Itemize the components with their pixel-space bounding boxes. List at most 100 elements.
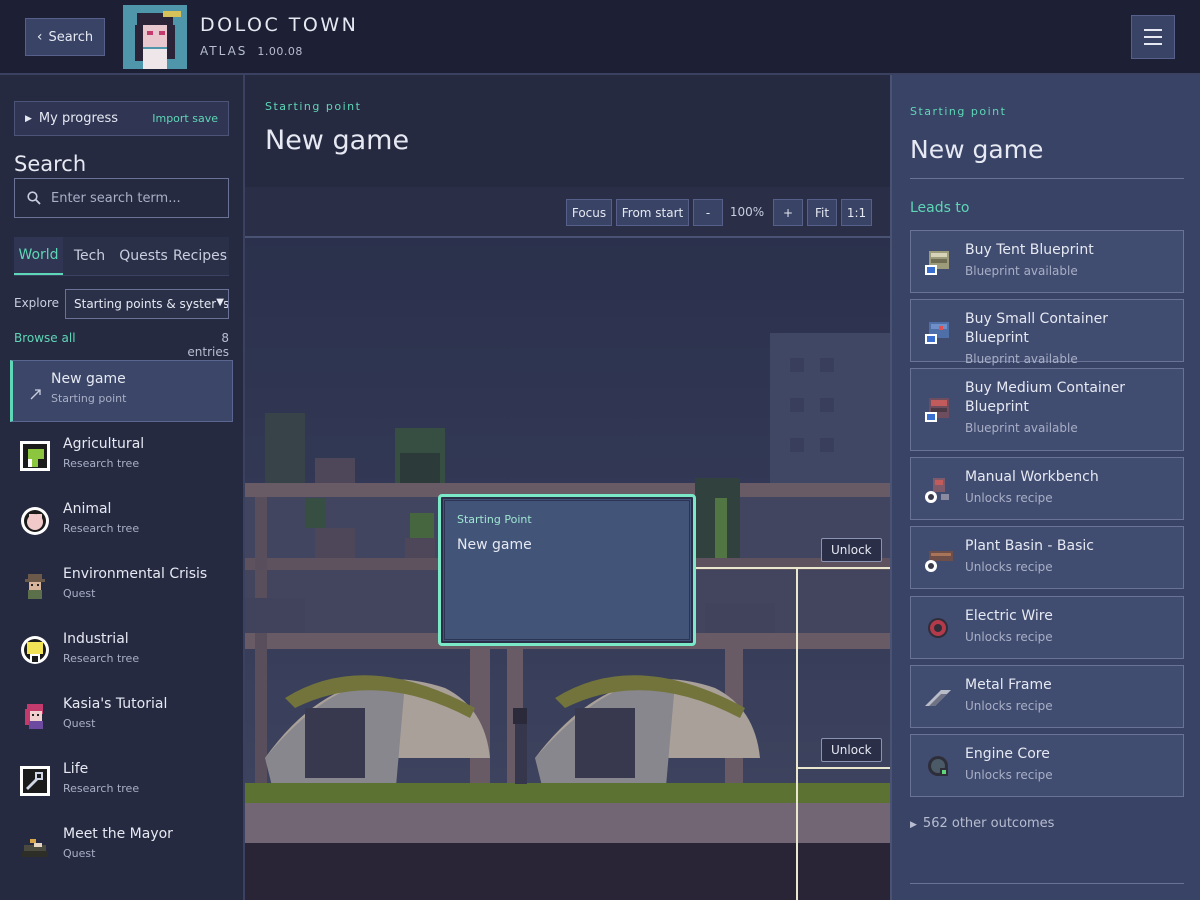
list-item-text: Kasia's Tutorial Quest [63,696,167,730]
mayor-icon [22,839,48,857]
detail-title: New game [910,135,1044,164]
list-item-subtitle: Quest [63,717,96,730]
outcome-text: Plant Basin - Basic Unlocks recipe [965,537,1175,575]
zoom-in-button[interactable]: + [773,199,803,226]
list-item-subtitle: Research tree [63,782,140,795]
list-item-title: New game [51,371,126,387]
outcome-title: Buy Tent Blueprint [965,242,1094,258]
tab-tech[interactable]: Tech [63,237,116,275]
list-item-animal[interactable]: Animal Research tree [10,490,233,555]
zoom-out-button[interactable]: - [693,199,723,226]
graph-toolbar: Focus From start - 100% + Fit 1:1 [245,187,890,238]
list-item-agricultural[interactable]: Agricultural Research tree [10,425,233,490]
industry-icon [21,636,49,664]
outcome-title: Buy Small Container Blueprint [965,311,1108,346]
explore-label: Explore [14,296,60,310]
back-search-label: Search [48,29,94,45]
outcome-subtitle: Unlocks recipe [965,630,1053,644]
list-item-kasias-tutorial[interactable]: Kasia's Tutorial Quest [10,685,233,750]
search-input[interactable] [51,190,211,206]
list-item-title: Kasia's Tutorial [63,696,168,712]
unlock-button[interactable]: Unlock [821,538,882,562]
outcome-card-manual-workbench[interactable]: Manual Workbench Unlocks recipe [910,457,1184,520]
menu-bar-icon [1144,43,1162,45]
medium-container-blueprint-icon [925,398,949,422]
list-item-meet-the-mayor[interactable]: Meet the Mayor Quest [10,815,233,880]
tent-blueprint-icon [925,251,949,275]
outcome-subtitle: Unlocks recipe [965,699,1053,713]
category-tabs: World Tech Quests Recipes [14,237,229,276]
menu-bar-icon [1144,29,1162,31]
tab-world[interactable]: World [14,237,63,275]
chevron-down-icon: ▼ [216,297,224,308]
detail-eyebrow: Starting point [910,105,1007,118]
container-blueprint-icon [925,322,949,344]
graph-node-new-game[interactable]: Starting Point New game [438,494,696,646]
animal-icon [21,507,49,535]
browse-all-link[interactable]: Browse all [14,331,76,345]
list-item-subtitle: Quest [63,587,96,600]
list-item-subtitle: Research tree [63,652,140,665]
other-outcomes-label: 562 other outcomes [922,816,1055,831]
list-item-environmental-crisis[interactable]: Environmental Crisis Quest [10,555,233,620]
main-header: Starting point New game [245,75,890,187]
node-type: Starting Point [457,513,532,526]
node-name: New game [457,537,532,553]
outcome-subtitle: Unlocks recipe [965,560,1053,574]
search-heading: Search [14,152,87,176]
list-item-text: Environmental Crisis Quest [63,566,207,600]
outcome-card-engine-core[interactable]: Engine Core Unlocks recipe [910,734,1184,797]
outcome-card-plant-basin-basic[interactable]: Plant Basin - Basic Unlocks recipe [910,526,1184,589]
wire-icon [928,618,948,638]
graph-canvas[interactable]: Starting Point New game Unlock Unlock [245,238,890,900]
list-item-text: Agricultural Research tree [63,436,144,470]
app-subtitle-text: ATLAS [200,44,248,58]
character-icon [25,574,45,599]
tab-recipes[interactable]: Recipes [171,237,229,275]
search-box[interactable] [14,178,229,218]
unlock-button[interactable]: Unlock [821,738,882,762]
main-title: New game [265,125,410,156]
outcome-subtitle: Blueprint available [965,421,1078,435]
list-item-life[interactable]: Life Research tree [10,750,233,815]
app-version: 1.00.08 [257,45,303,58]
list-item-title: Meet the Mayor [63,826,173,842]
outcome-card-small-container-blueprint[interactable]: Buy Small Container Blueprint Blueprint … [910,299,1184,366]
workbench-icon [925,478,949,503]
outcome-title: Engine Core [965,746,1050,762]
app-header: ‹ Search DOLOC TOWN ATLAS 1.00.08 [0,0,1200,75]
entries-count: 8 entries [187,331,229,359]
import-save-link[interactable]: Import save [152,112,218,125]
sidebar: ▶ My progress Import save Search World T… [0,75,245,900]
explore-select[interactable]: Starting points & systems ▼ [65,289,229,319]
outcome-title: Plant Basin - Basic [965,538,1094,554]
outcome-text: Buy Medium Container Blueprint Blueprint… [965,379,1175,436]
list-item-subtitle: Quest [63,847,96,860]
outcome-card-medium-container-blueprint[interactable]: Buy Medium Container Blueprint Blueprint… [910,368,1184,451]
outcome-text: Engine Core Unlocks recipe [965,745,1175,783]
focus-button[interactable]: Focus [566,199,612,226]
my-progress-label: My progress [38,111,119,126]
list-item-text: Life Research tree [63,761,139,795]
zoom-level: 100% [729,205,765,219]
one-to-one-button[interactable]: 1:1 [841,199,872,226]
list-item-title: Life [63,761,89,777]
my-progress-toggle[interactable]: ▶ My progress Import save [14,101,229,136]
list-item-title: Animal [63,501,112,517]
outcome-subtitle: Unlocks recipe [965,491,1053,505]
hamburger-menu-button[interactable] [1131,15,1175,59]
other-outcomes-toggle[interactable]: ▶ 562 other outcomes [910,816,1054,831]
outcome-card-tent-blueprint[interactable]: Buy Tent Blueprint Blueprint available [910,230,1184,293]
detail-panel: Starting point New game Leads to Buy Ten… [890,75,1200,900]
list-item-text: Meet the Mayor Quest [63,826,173,860]
arrow-icon [30,389,41,400]
list-item-new-game[interactable]: New game Starting point [10,360,233,422]
list-item-industrial[interactable]: Industrial Research tree [10,620,233,685]
explore-select-value: Starting points & systems [74,297,229,311]
fit-button[interactable]: Fit [807,199,837,226]
outcome-card-electric-wire[interactable]: Electric Wire Unlocks recipe [910,596,1184,659]
from-start-button[interactable]: From start [616,199,689,226]
back-search-button[interactable]: ‹ Search [25,18,105,56]
tab-quests[interactable]: Quests [116,237,171,275]
outcome-card-metal-frame[interactable]: Metal Frame Unlocks recipe [910,665,1184,728]
